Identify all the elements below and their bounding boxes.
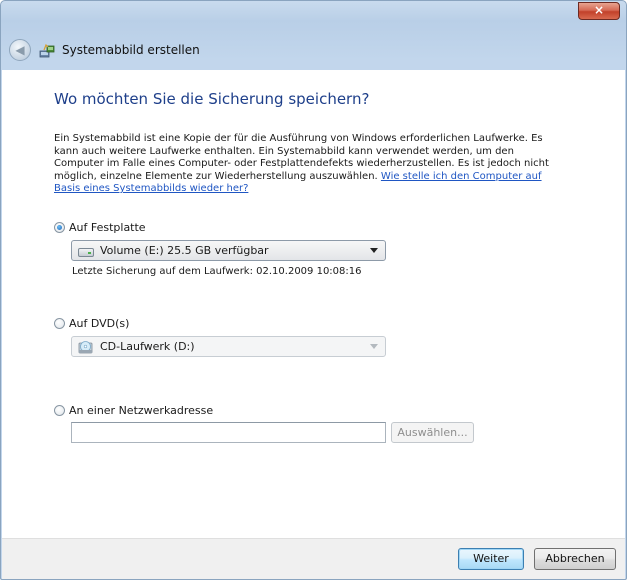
close-icon: ×: [593, 3, 605, 17]
wizard-content: Wo möchten Sie die Sicherung speichern? …: [2, 70, 625, 538]
navigation-bar: ◀ Systemabbild erstellen: [1, 30, 626, 70]
dvd-dropdown-value: CD-Laufwerk (D:): [100, 340, 195, 353]
chevron-down-icon: [370, 248, 378, 253]
next-button[interactable]: Weiter: [458, 548, 524, 570]
radio-option-hard-disk[interactable]: Auf Festplatte: [54, 220, 146, 234]
window-title: Systemabbild erstellen: [62, 43, 200, 57]
cd-drive-icon: [78, 340, 93, 353]
back-arrow-icon: ◀: [15, 43, 25, 57]
dvd-dropdown: CD-Laufwerk (D:): [71, 336, 386, 357]
radio-button-hard-disk[interactable]: [54, 221, 65, 233]
dialog-footer: Weiter Abbrechen: [2, 538, 625, 579]
last-backup-info: Letzte Sicherung auf dem Laufwerk: 02.10…: [72, 266, 362, 277]
page-heading: Wo möchten Sie die Sicherung speichern?: [54, 90, 370, 108]
hard-disk-dropdown-value: Volume (E:) 25.5 GB verfügbar: [100, 244, 269, 257]
radio-button-network[interactable]: [54, 404, 65, 416]
close-button[interactable]: ×: [578, 2, 620, 20]
select-network-button: Auswählen...: [391, 422, 474, 443]
hard-drive-icon: [78, 248, 94, 257]
radio-option-network[interactable]: An einer Netzwerkadresse: [54, 403, 213, 417]
radio-option-dvd[interactable]: Auf DVD(s): [54, 316, 129, 330]
radio-label-network: An einer Netzwerkadresse: [69, 403, 214, 417]
hard-disk-dropdown[interactable]: Volume (E:) 25.5 GB verfügbar: [71, 240, 386, 261]
radio-label-hard-disk: Auf Festplatte: [69, 220, 146, 234]
system-image-icon: [39, 43, 55, 58]
radio-button-dvd[interactable]: [54, 317, 65, 329]
chevron-down-icon: [370, 344, 378, 349]
description-text: Ein Systemabbild ist eine Kopie der für …: [54, 133, 562, 196]
cancel-button[interactable]: Abbrechen: [534, 548, 616, 570]
network-address-input[interactable]: [71, 422, 386, 443]
radio-label-dvd: Auf DVD(s): [69, 316, 130, 330]
back-button[interactable]: ◀: [9, 39, 31, 61]
dialog-window: × ◀ Systemabbild erstellen Wo möchten Si…: [0, 0, 627, 580]
